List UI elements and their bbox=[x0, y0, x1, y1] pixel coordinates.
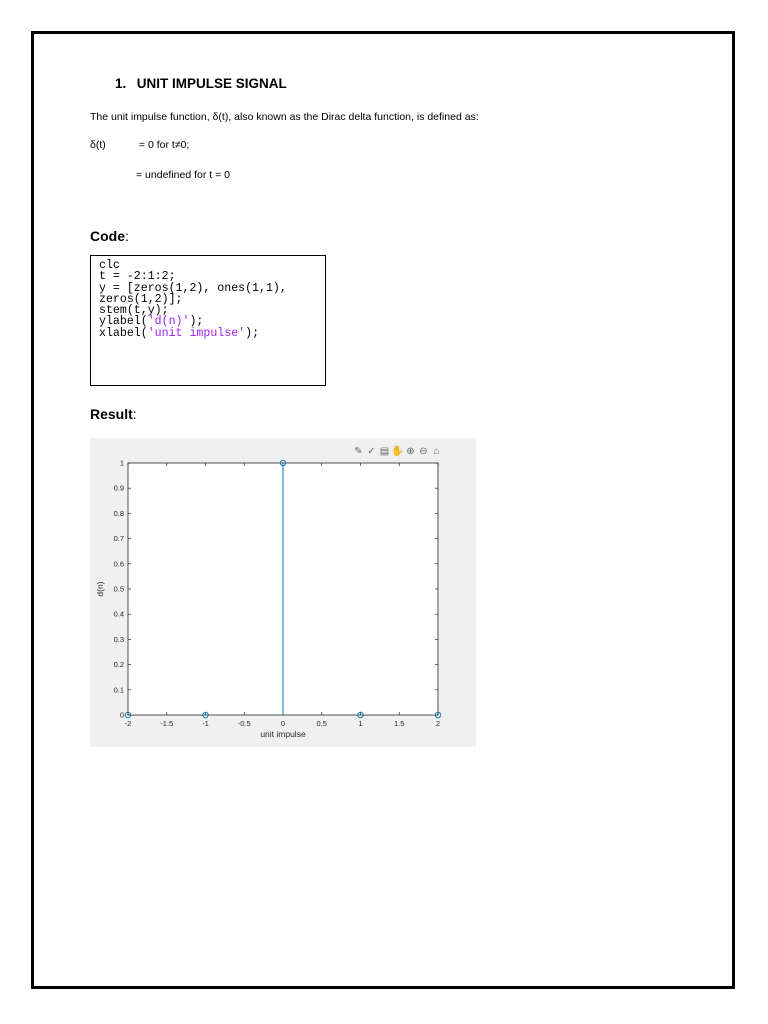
result-label: Result bbox=[90, 406, 133, 422]
y-tick-label: 0.2 bbox=[114, 660, 124, 669]
y-tick-label: 0.9 bbox=[114, 484, 124, 493]
definition-case-2: = undefined for t = 0 bbox=[136, 169, 230, 181]
heading-number: 1. bbox=[115, 76, 127, 91]
code-label: Code bbox=[90, 228, 125, 244]
heading-title: UNIT IMPULSE SIGNAL bbox=[136, 76, 287, 91]
intro-paragraph: The unit impulse function, δ(t), also kn… bbox=[90, 111, 479, 123]
y-axis-label: d(n) bbox=[95, 581, 105, 596]
code-line: xlabel('unit impulse'); bbox=[99, 326, 325, 340]
y-tick-label: 0.5 bbox=[114, 585, 124, 594]
y-tick-label: 0 bbox=[120, 711, 124, 720]
y-tick-label: 0.1 bbox=[114, 685, 124, 694]
x-tick-label: 0.5 bbox=[317, 719, 327, 728]
x-tick-label: 2 bbox=[436, 719, 440, 728]
code-block: clc t = -2:1:2; y = [zeros(1,2), ones(1,1)… bbox=[90, 255, 326, 386]
y-tick-label: 0.8 bbox=[114, 509, 124, 518]
x-tick-label: -1.5 bbox=[160, 719, 173, 728]
definition-case-1: = 0 for t≠0; bbox=[138, 139, 190, 151]
x-tick-label: -1 bbox=[202, 719, 209, 728]
y-tick-label: 0.3 bbox=[114, 635, 124, 644]
code-string: 'unit impulse' bbox=[147, 326, 246, 340]
result-title: Result: bbox=[90, 406, 137, 422]
x-tick-label: -0.5 bbox=[238, 719, 251, 728]
code-line: t = -2:1:2; bbox=[99, 270, 176, 284]
code-colon: : bbox=[125, 228, 129, 244]
x-tick-label: 1.5 bbox=[394, 719, 404, 728]
y-tick-label: 0.4 bbox=[114, 610, 124, 619]
x-tick-label: 0 bbox=[281, 719, 285, 728]
y-tick-label: 0.6 bbox=[114, 559, 124, 568]
y-tick-label: 0.7 bbox=[114, 534, 124, 543]
y-tick-label: 1 bbox=[120, 459, 124, 468]
result-colon: : bbox=[132, 406, 137, 422]
code-token: xlabel( bbox=[99, 326, 148, 340]
stem-plot: -2 -1.5 -1 -0.5 0 0.5 1 1.5 2 0 0.1 0.2 0.3 0.4 0.5 0.6… bbox=[95, 459, 442, 739]
result-figure: ✎ ✓ ▤ ✋ ⊕ ⊖ ⌂ -2 -1.5 -1 -0.5 0 0.5 1 1.5 2 0 0.1 0… bbox=[90, 438, 476, 747]
x-tick-label: -2 bbox=[125, 719, 132, 728]
code-token: ); bbox=[245, 326, 260, 340]
definition-line-1: δ(t) = 0 for t≠0; bbox=[90, 139, 189, 151]
code-title: Code: bbox=[90, 228, 129, 244]
x-axis-label: unit impulse bbox=[260, 729, 306, 739]
section-heading: 1. UNIT IMPULSE SIGNAL bbox=[115, 76, 287, 91]
x-tick-label: 1 bbox=[358, 719, 362, 728]
definition-lhs: δ(t) bbox=[90, 139, 106, 151]
